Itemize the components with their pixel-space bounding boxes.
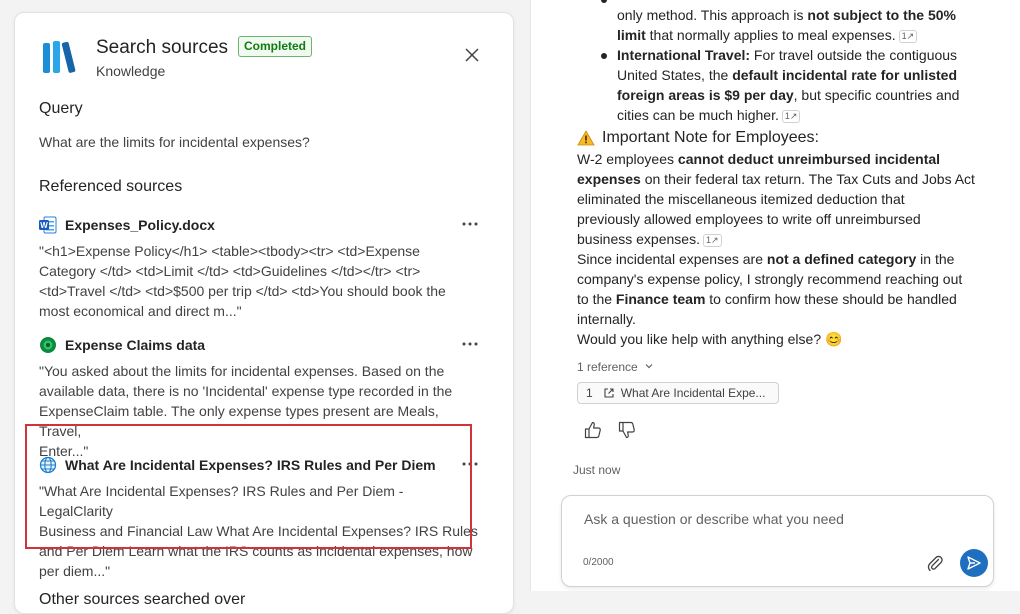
bullet	[601, 53, 607, 59]
chat-area: only method. This approach is not subjec…	[531, 0, 1020, 591]
answer-line: only method. This approach is not subjec…	[617, 7, 956, 23]
word-doc-icon: W	[39, 216, 57, 234]
query-text: What are the limits for incidental expen…	[39, 134, 310, 150]
panel-title: Search sources	[96, 37, 229, 58]
more-options-icon[interactable]	[461, 217, 479, 231]
source-title: Expenses_Policy.docx	[65, 217, 215, 233]
thumbs-down-icon[interactable]	[617, 420, 637, 440]
answer-line: company's expense policy, I strongly rec…	[577, 271, 963, 287]
citation-badge[interactable]: 1↗	[702, 234, 722, 247]
source-snippet: "<h1>Expense Policy</h1> <table><tbody><…	[39, 243, 446, 319]
reference-toggle[interactable]: 1 reference	[577, 360, 654, 374]
message-input[interactable]	[582, 506, 966, 532]
answer-line: Since incidental expenses are not a defi…	[577, 251, 955, 267]
other-sources-heading: Other sources searched over	[39, 591, 246, 608]
knowledge-books-icon	[43, 41, 76, 73]
referenced-sources-heading: Referenced sources	[39, 178, 183, 195]
message-composer: 0/2000	[561, 495, 994, 587]
reference-chip[interactable]: 1 What Are Incidental Expe...	[577, 382, 779, 404]
citation-badge[interactable]: 1↗	[898, 30, 918, 43]
source-title: Expense Claims data	[65, 337, 206, 353]
status-badge: Completed	[238, 36, 313, 57]
warning-icon	[577, 130, 595, 146]
answer-line: Would you like help with anything else? …	[577, 331, 843, 347]
bullet	[601, 0, 607, 3]
dataverse-icon	[39, 336, 57, 354]
answer-line: eliminated the miscellaneous itemized de…	[577, 191, 905, 207]
highlight-box	[25, 424, 472, 549]
character-counter: 0/2000	[583, 557, 614, 568]
close-icon[interactable]	[464, 47, 480, 63]
source-item[interactable]: W Expenses_Policy.docx "<h1>Expense Poli…	[39, 215, 479, 321]
citation-badge[interactable]: 1↗	[781, 110, 801, 123]
svg-text:W: W	[40, 221, 48, 230]
answer-line: limit that normally applies to meal expe…	[617, 25, 918, 45]
answer-line: internally.	[577, 311, 636, 327]
note-heading: Important Note for Employees:	[577, 129, 819, 147]
send-icon	[967, 556, 981, 570]
answer-line: W-2 employees cannot deduct unreimbursed…	[577, 151, 941, 167]
message-timestamp: Just now	[573, 463, 621, 477]
panel-subtitle: Knowledge	[96, 63, 166, 79]
answer-line: United States, the default incidental ra…	[617, 67, 957, 83]
more-options-icon[interactable]	[461, 337, 479, 351]
attach-icon[interactable]	[926, 554, 944, 572]
answer-line: to the Finance team to confirm how these…	[577, 291, 957, 307]
answer-line: expenses on their federal tax return. Th…	[577, 171, 975, 187]
answer-line: International Travel: For travel outside…	[617, 47, 958, 63]
thumbs-up-icon[interactable]	[583, 420, 603, 440]
answer-line: cities can be much higher. 1↗	[617, 105, 801, 125]
answer-line: business expenses. 1↗	[577, 229, 722, 249]
reference-title: What Are Incidental Expe...	[620, 386, 766, 400]
query-heading: Query	[39, 100, 83, 117]
send-button[interactable]	[960, 549, 988, 577]
answer-line: foreign areas is $9 per day, but specifi…	[617, 87, 960, 103]
reference-number: 1	[586, 386, 593, 400]
chevron-down-icon	[645, 364, 653, 369]
answer-line: previously allowed employees to write of…	[577, 211, 921, 227]
external-link-icon	[604, 388, 614, 398]
